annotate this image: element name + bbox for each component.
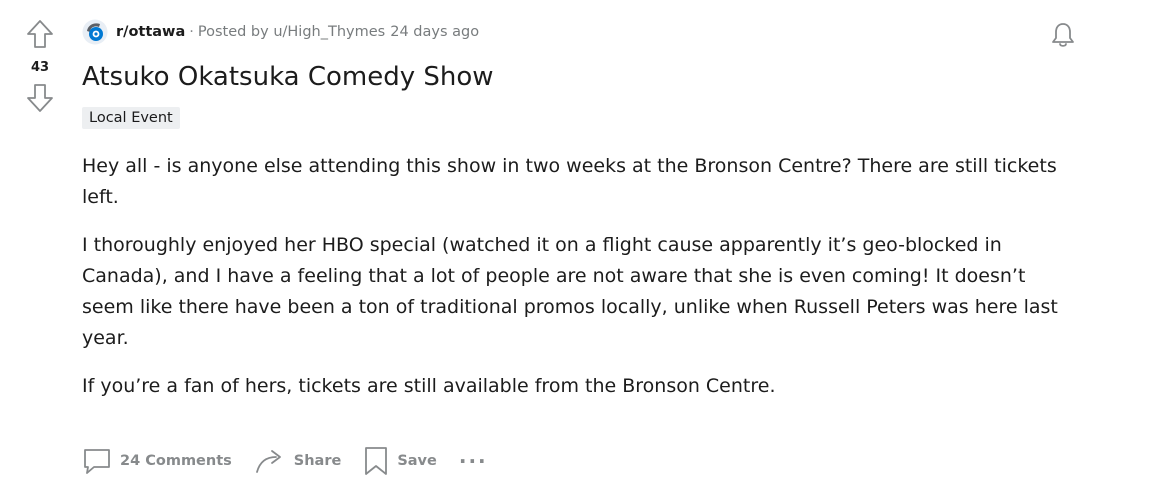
upvote-button[interactable] (22, 16, 58, 52)
body-paragraph: Hey all - is anyone else attending this … (82, 155, 1057, 208)
notification-bell-button[interactable] (1046, 18, 1080, 52)
subreddit-avatar-icon[interactable] (82, 19, 108, 45)
posted-by-label: Posted by u/High_Thymes (198, 24, 385, 40)
comment-bubble-icon (84, 449, 110, 474)
share-label: Share (293, 453, 342, 469)
upvote-arrow-icon (27, 20, 53, 48)
comments-label: 24 Comments (120, 453, 232, 469)
posted-by-text: Posted by (197, 24, 269, 40)
downvote-button[interactable] (22, 80, 58, 116)
author-link[interactable]: u/High_Thymes (273, 24, 385, 40)
save-button[interactable]: Save (363, 446, 437, 476)
bookmark-icon (365, 447, 388, 475)
post-meta: r/ottawa · Posted by u/High_Thymes 24 da… (82, 16, 1062, 48)
more-options-button[interactable]: ··· (459, 451, 488, 471)
notification-bell-icon (1052, 23, 1074, 47)
post-content: r/ottawa · Posted by u/High_Thymes 24 da… (82, 16, 1062, 419)
vote-count: 43 (30, 60, 50, 75)
vote-column: 43 (20, 16, 60, 116)
post-title[interactable]: Atsuko Okatsuka Comedy Show (82, 60, 1062, 94)
save-label: Save (397, 453, 437, 469)
post-actions: 24 Comments Share Save ··· (82, 446, 488, 476)
post-time: 24 days ago (390, 24, 480, 40)
post-card: 43 r/ottawa · Posted by u/High_Thymes 24… (0, 0, 1156, 498)
share-button[interactable]: Share (254, 447, 342, 475)
body-paragraph: If you’re a fan of hers, tickets are sti… (82, 375, 776, 397)
subreddit-link[interactable]: r/ottawa (116, 24, 185, 40)
body-paragraph: I thoroughly enjoyed her HBO special (wa… (82, 234, 1058, 349)
post-body: Hey all - is anyone else attending this … (82, 151, 1062, 402)
meta-separator: · (189, 24, 194, 40)
downvote-arrow-icon (27, 84, 53, 112)
comments-button[interactable]: 24 Comments (82, 447, 232, 475)
post-flair[interactable]: Local Event (82, 107, 180, 129)
share-arrow-icon (255, 450, 281, 473)
